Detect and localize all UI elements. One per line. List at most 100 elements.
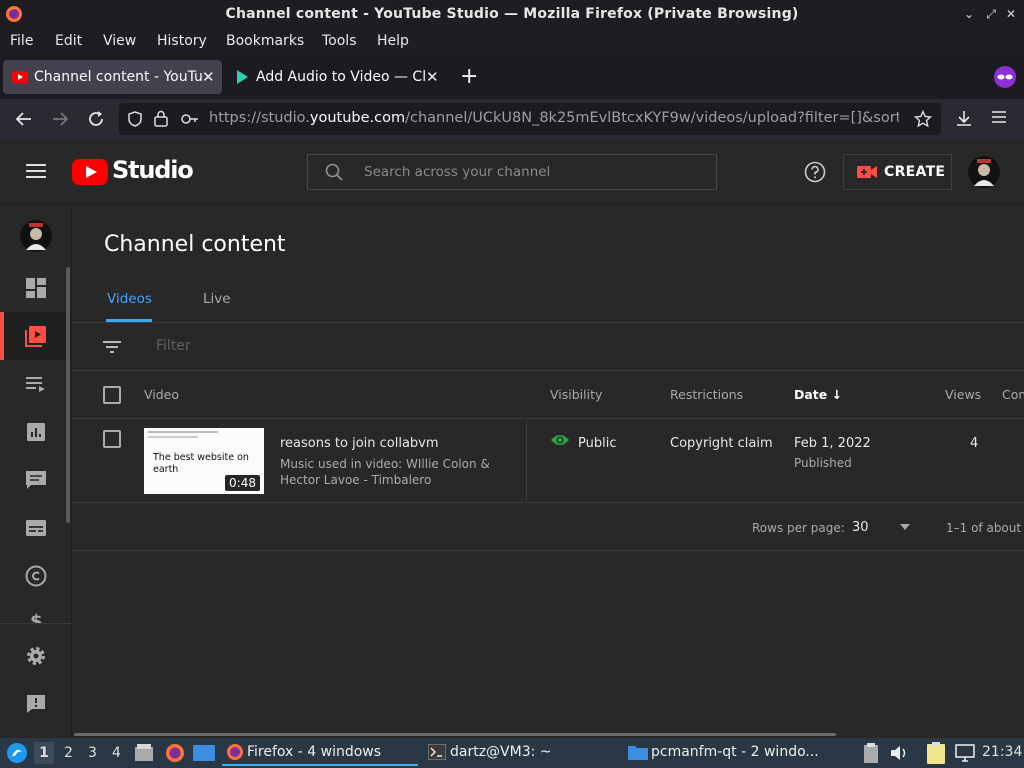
tab-channel-content[interactable]: Channel content - YouTube Studio ✕: [3, 60, 222, 94]
terminal-icon: [428, 744, 446, 760]
visibility-value[interactable]: Public: [578, 436, 616, 451]
rows-per-page-select[interactable]: 30: [850, 515, 916, 539]
window-title: Channel content - YouTube Studio — Mozil…: [225, 6, 799, 22]
app-menu-icon[interactable]: [991, 110, 1007, 124]
dashboard-icon: [26, 278, 46, 298]
column-video: Video: [144, 387, 180, 402]
network-icon[interactable]: [955, 744, 975, 762]
search-input[interactable]: [364, 164, 704, 180]
menu-file[interactable]: File: [10, 33, 33, 49]
pagination-range: 1–1 of about 1: [946, 521, 1024, 535]
horizontal-scrollbar[interactable]: [74, 733, 836, 736]
copyright-icon: [25, 565, 47, 587]
sort-arrow-down-icon: ↓: [831, 387, 843, 402]
close-tab-icon[interactable]: ✕: [426, 68, 439, 86]
studio-logo-text[interactable]: Studio: [112, 156, 194, 184]
menu-history[interactable]: History: [157, 33, 207, 49]
file-manager-launcher-icon[interactable]: [134, 744, 154, 762]
maximize-window-icon[interactable]: ⤢: [984, 7, 998, 21]
column-views: Views: [945, 387, 982, 402]
taskbar: 1 2 3 4 Firefox - 4 windows dartz@VM3: ~…: [0, 738, 1024, 768]
date-value: Feb 1, 2022: [794, 436, 871, 451]
video-thumbnail[interactable]: The best website on earth 0:48: [144, 428, 264, 494]
rows-per-page-value: 30: [852, 520, 869, 535]
sidebar-item-analytics[interactable]: [0, 408, 72, 456]
workspace-3[interactable]: 3: [88, 745, 97, 761]
task-label: Firefox - 4 windows: [247, 744, 382, 760]
restrictions-value[interactable]: Copyright claim: [670, 436, 773, 451]
sidebar-item-content[interactable]: [0, 312, 72, 360]
new-tab-icon[interactable]: +: [460, 64, 478, 89]
search-icon: [325, 163, 343, 181]
video-title[interactable]: reasons to join collabvm: [280, 436, 439, 451]
tab-videos[interactable]: Videos: [107, 291, 152, 307]
sidebar-item-subtitles[interactable]: [0, 504, 72, 552]
row-checkbox[interactable]: [103, 430, 121, 448]
lock-icon[interactable]: [154, 110, 168, 127]
workspace-4[interactable]: 4: [112, 745, 121, 761]
volume-icon[interactable]: [890, 744, 910, 762]
menubar: File Edit View History Bookmarks Tools H…: [0, 29, 1024, 54]
menu-edit[interactable]: Edit: [55, 33, 82, 49]
task-terminal[interactable]: dartz@VM3: ~: [424, 740, 620, 766]
sidebar-item-settings[interactable]: [0, 632, 72, 680]
video-description: Music used in video: WIllie Colon & Hect…: [280, 457, 490, 487]
menu-help[interactable]: Help: [377, 33, 409, 49]
minimize-window-icon[interactable]: ⌄: [962, 7, 976, 21]
column-comments: Comments: [1002, 387, 1024, 402]
tab-label: Add Audio to Video — Clideo: [256, 69, 426, 85]
create-button[interactable]: CREATE: [843, 154, 952, 190]
reload-icon[interactable]: [87, 110, 105, 128]
forward-icon[interactable]: [51, 110, 69, 128]
permissions-key-icon[interactable]: [181, 112, 199, 126]
navigation-toolbar: https://studio.youtube.com/channel/UCkU8…: [0, 99, 1024, 139]
firefox-launcher-icon[interactable]: [165, 743, 185, 763]
sidebar-item-copyright[interactable]: [0, 552, 72, 600]
close-tab-icon[interactable]: ✕: [202, 68, 215, 86]
subtitles-icon: [26, 520, 46, 536]
firefox-icon: [226, 743, 244, 761]
close-window-icon[interactable]: ✕: [1004, 7, 1018, 21]
clipboard-icon[interactable]: [864, 743, 878, 763]
sidebar-item-comments[interactable]: [0, 456, 72, 504]
bookmark-star-icon[interactable]: [914, 110, 932, 128]
desktop-launcher-icon[interactable]: [193, 745, 215, 761]
studio-sidebar: $: [0, 205, 72, 738]
column-divider: [526, 419, 527, 502]
back-icon[interactable]: [15, 110, 33, 128]
tab-live[interactable]: Live: [203, 291, 231, 307]
filter-input[interactable]: [156, 338, 456, 354]
menu-bookmarks[interactable]: Bookmarks: [226, 33, 304, 49]
start-menu-icon[interactable]: [6, 742, 28, 764]
downloads-icon[interactable]: [955, 109, 973, 127]
channel-avatar[interactable]: [20, 220, 52, 252]
menu-tools[interactable]: Tools: [322, 33, 357, 49]
sidebar-item-playlists[interactable]: [0, 360, 72, 408]
folder-icon: [628, 744, 648, 760]
task-label: dartz@VM3: ~: [450, 744, 552, 760]
channel-search[interactable]: [307, 154, 717, 190]
hamburger-menu-icon[interactable]: [26, 163, 46, 179]
menu-view[interactable]: View: [103, 33, 136, 49]
tracking-shield-icon[interactable]: [127, 111, 143, 127]
sidebar-scrollbar[interactable]: [66, 267, 70, 523]
workspace-1[interactable]: 1: [34, 742, 54, 764]
visibility-eye-icon[interactable]: [550, 433, 570, 447]
select-all-checkbox[interactable]: [103, 386, 121, 404]
column-date-sort[interactable]: Date ↓: [794, 387, 842, 402]
task-firefox[interactable]: Firefox - 4 windows: [222, 740, 418, 766]
tab-add-audio[interactable]: Add Audio to Video — Clideo ✕: [228, 60, 447, 94]
filter-icon[interactable]: [102, 340, 122, 354]
task-pcmanfm[interactable]: pcmanfm-qt - 2 windo...: [626, 740, 822, 766]
youtube-logo-icon[interactable]: [72, 159, 108, 185]
notes-icon[interactable]: [927, 742, 945, 764]
sidebar-item-earn[interactable]: $: [0, 600, 72, 624]
sidebar-item-dashboard[interactable]: [0, 264, 72, 312]
help-icon[interactable]: [804, 161, 826, 183]
workspace-2[interactable]: 2: [64, 745, 73, 761]
tabs-divider: [72, 322, 1024, 323]
account-avatar[interactable]: [968, 156, 1000, 188]
divider: [72, 550, 1024, 551]
sidebar-item-feedback[interactable]: [0, 680, 72, 728]
clock[interactable]: 21:34: [982, 744, 1022, 760]
